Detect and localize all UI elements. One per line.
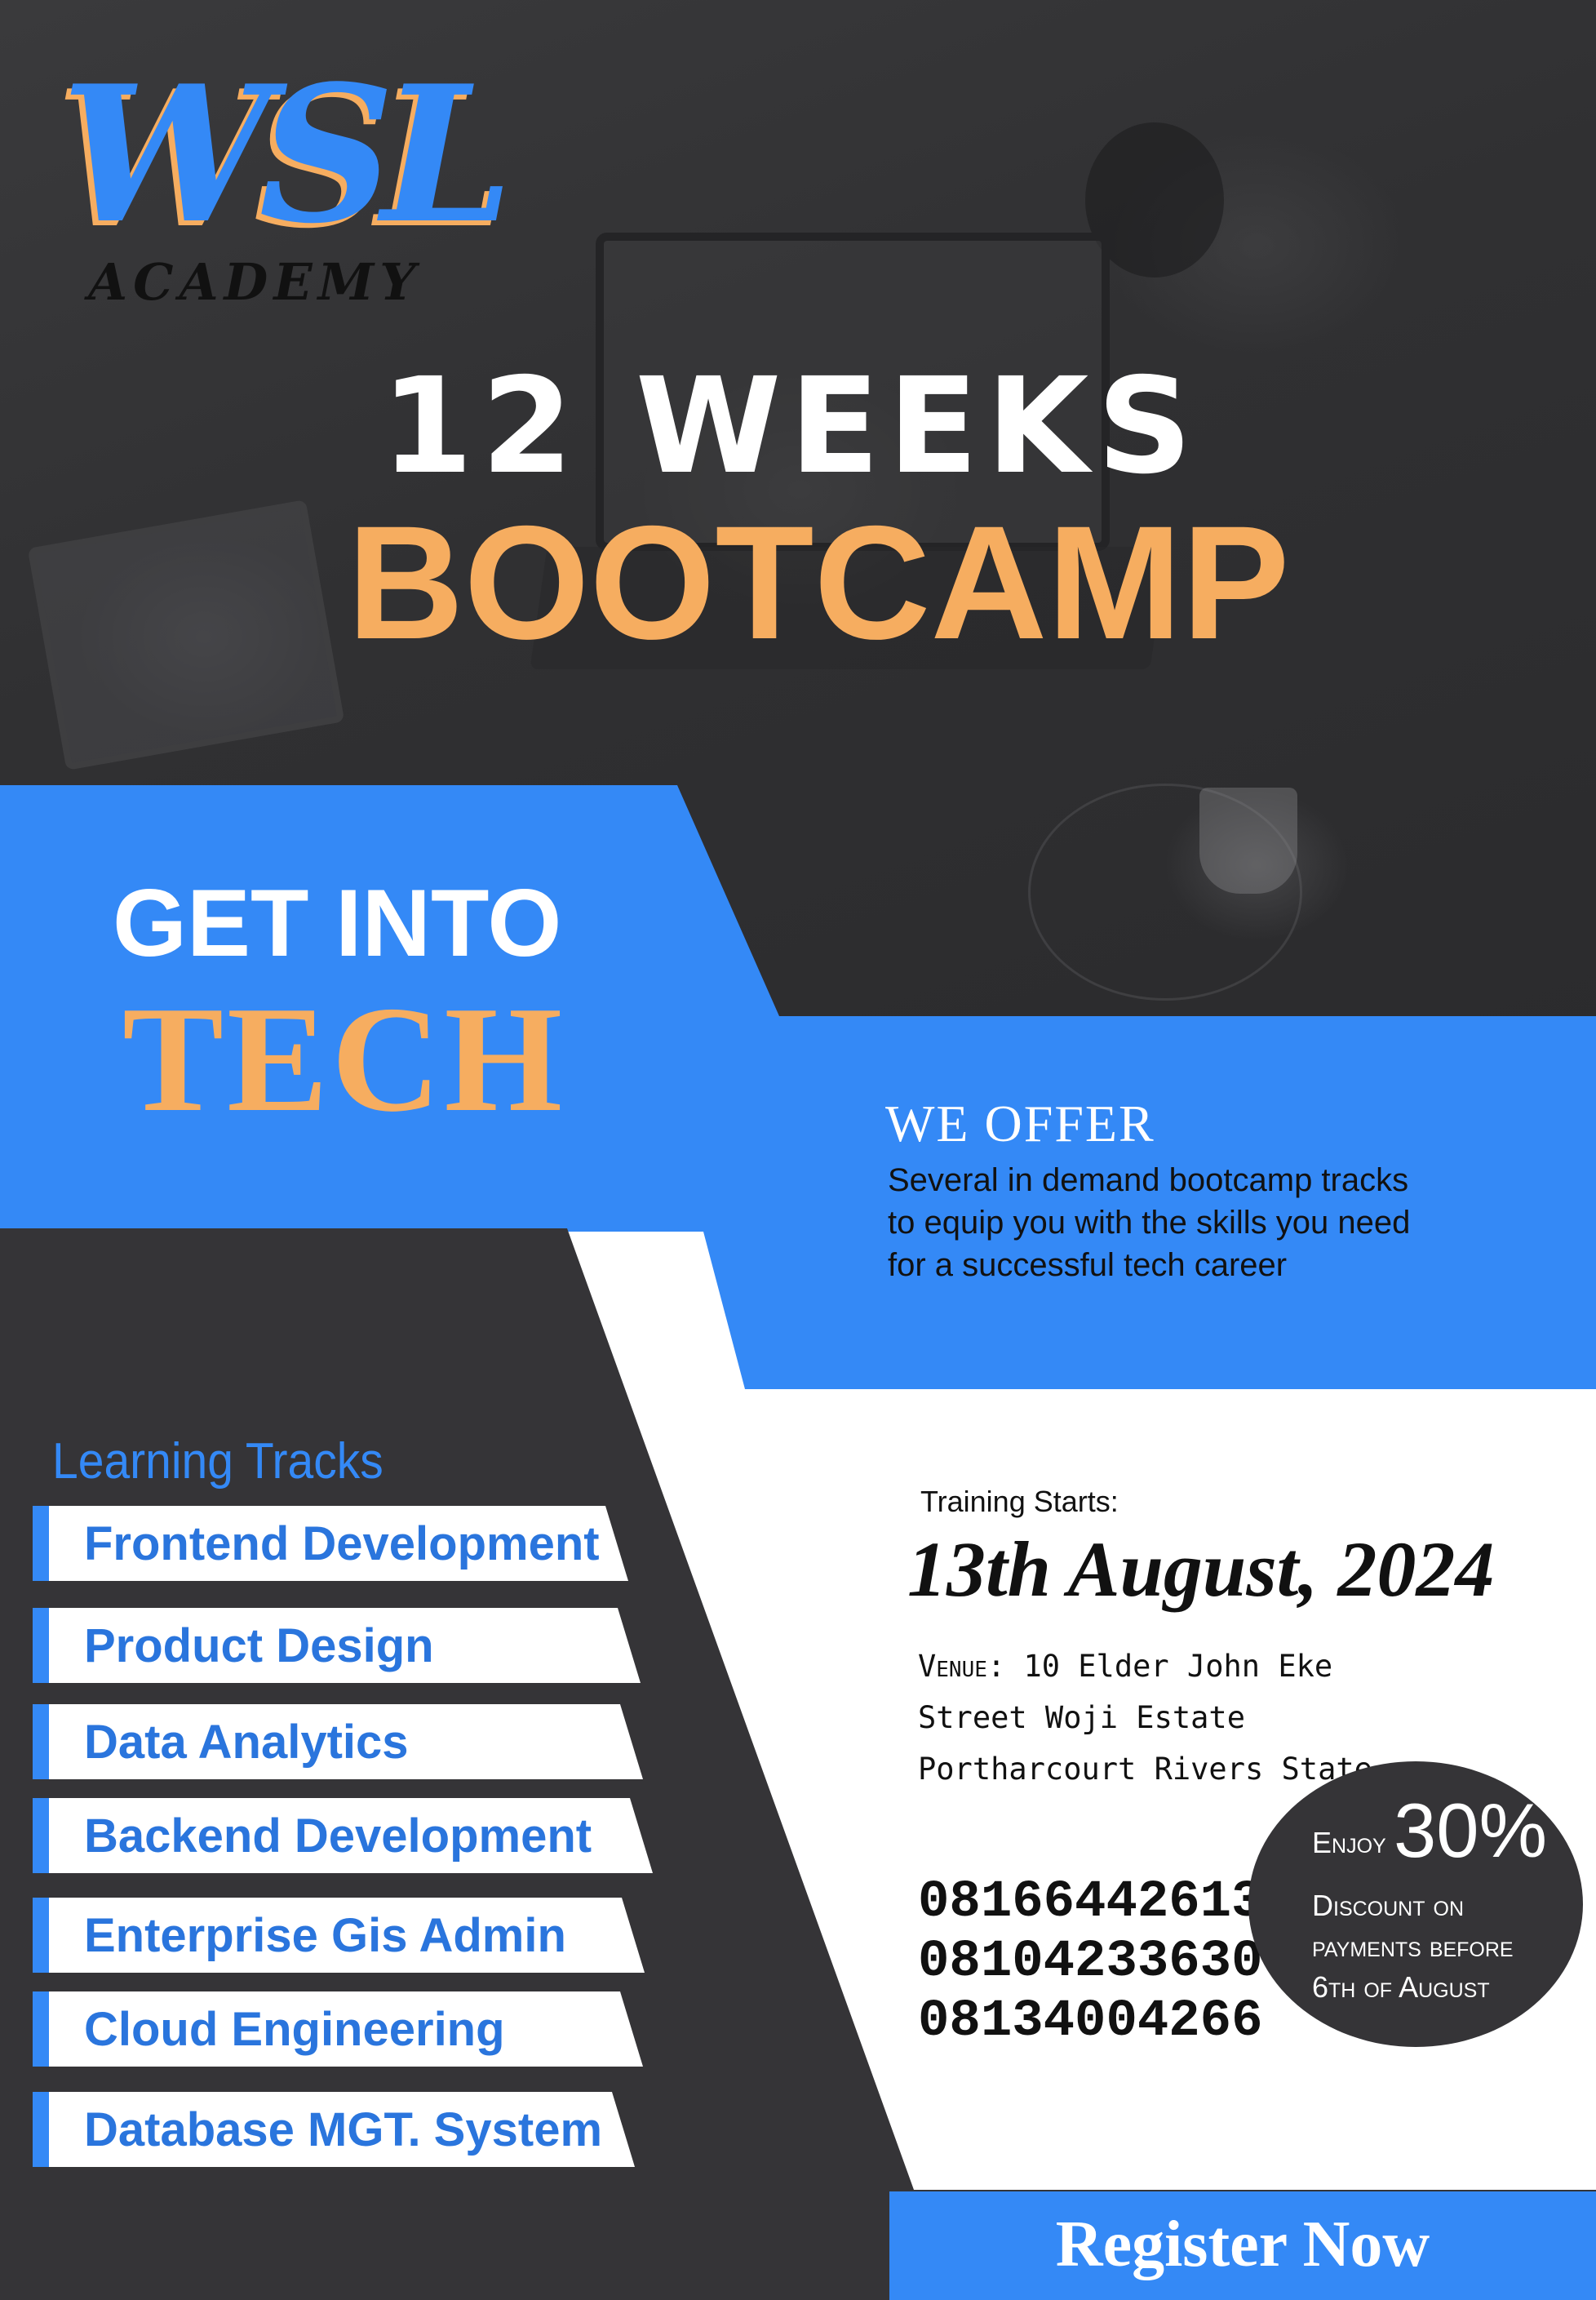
phone-number: 08166442613 [918,1873,1263,1932]
discount-line: 6th of August [1312,1970,1490,2004]
tech-text: TECH [122,975,566,1143]
track-data-analytics: Data Analytics [33,1704,643,1779]
track-product-design: Product Design [33,1608,641,1683]
register-now-button[interactable]: Register Now [889,2204,1596,2285]
discount-percent: 30% [1394,1787,1548,1873]
bootcamp-heading: BOOTCAMP [347,492,1290,673]
track-cloud-engineering: Cloud Engineering [33,1991,643,2067]
venue-line: Venue: 10 Elder John Eke [918,1641,1372,1692]
phone-number: 08134004266 [918,1992,1263,2051]
track-frontend-development: Frontend Development [33,1506,628,1581]
discount-line: Discount on [1312,1889,1464,1922]
venue-address: Venue: 10 Elder John Eke Street Woji Est… [918,1641,1372,1795]
phone-number: 08104233630 [918,1933,1263,1991]
offer-line: to equip you with the skills you need [888,1205,1411,1241]
training-starts-label: Training Starts: [920,1485,1119,1518]
offer-line: for a successful tech career [888,1247,1288,1283]
learning-tracks-heading: Learning Tracks [52,1433,383,1490]
bootcamp-poster: WSL ACADEMY 12 WEEKS BOOTCAMP GET INTO T… [0,0,1596,2300]
we-offer-title: WE OFFER [885,1094,1155,1152]
wsl-academy-logo: WSL ACADEMY [61,61,513,331]
duration-heading: 12 WEEKS [380,350,1201,504]
venue-line: Portharcourt Rivers State [918,1752,1372,1787]
logo-subtitle: ACADEMY [88,252,422,312]
cup-decoration [1199,788,1297,894]
venue-line: Street Woji Estate [918,1700,1245,1735]
logo-brand-text: WSL [61,45,513,265]
track-enterprise-gis-admin: Enterprise Gis Admin [33,1898,645,1973]
offer-line: Several in demand bootcamp tracks [888,1162,1409,1198]
track-database-mgt-system: Database MGT. System [33,2092,635,2167]
venue-label: Venue: [918,1649,1006,1684]
venue-street: 10 Elder John Eke [1023,1649,1333,1684]
training-start-date: 13th August, 2024 [907,1525,1495,1613]
discount-enjoy-text: Enjoy [1312,1826,1386,1859]
discount-details: Discount on payments before 6th of Augus… [1312,1885,1514,2008]
get-into-text: GET INTO [113,869,562,976]
offer-description: Several in demand bootcamp tracks to equ… [888,1159,1557,1286]
phone-numbers: 08166442613 08104233630 08134004266 [918,1873,1262,2052]
discount-line: payments before [1312,1929,1514,1963]
track-backend-development: Backend Development [33,1798,653,1873]
